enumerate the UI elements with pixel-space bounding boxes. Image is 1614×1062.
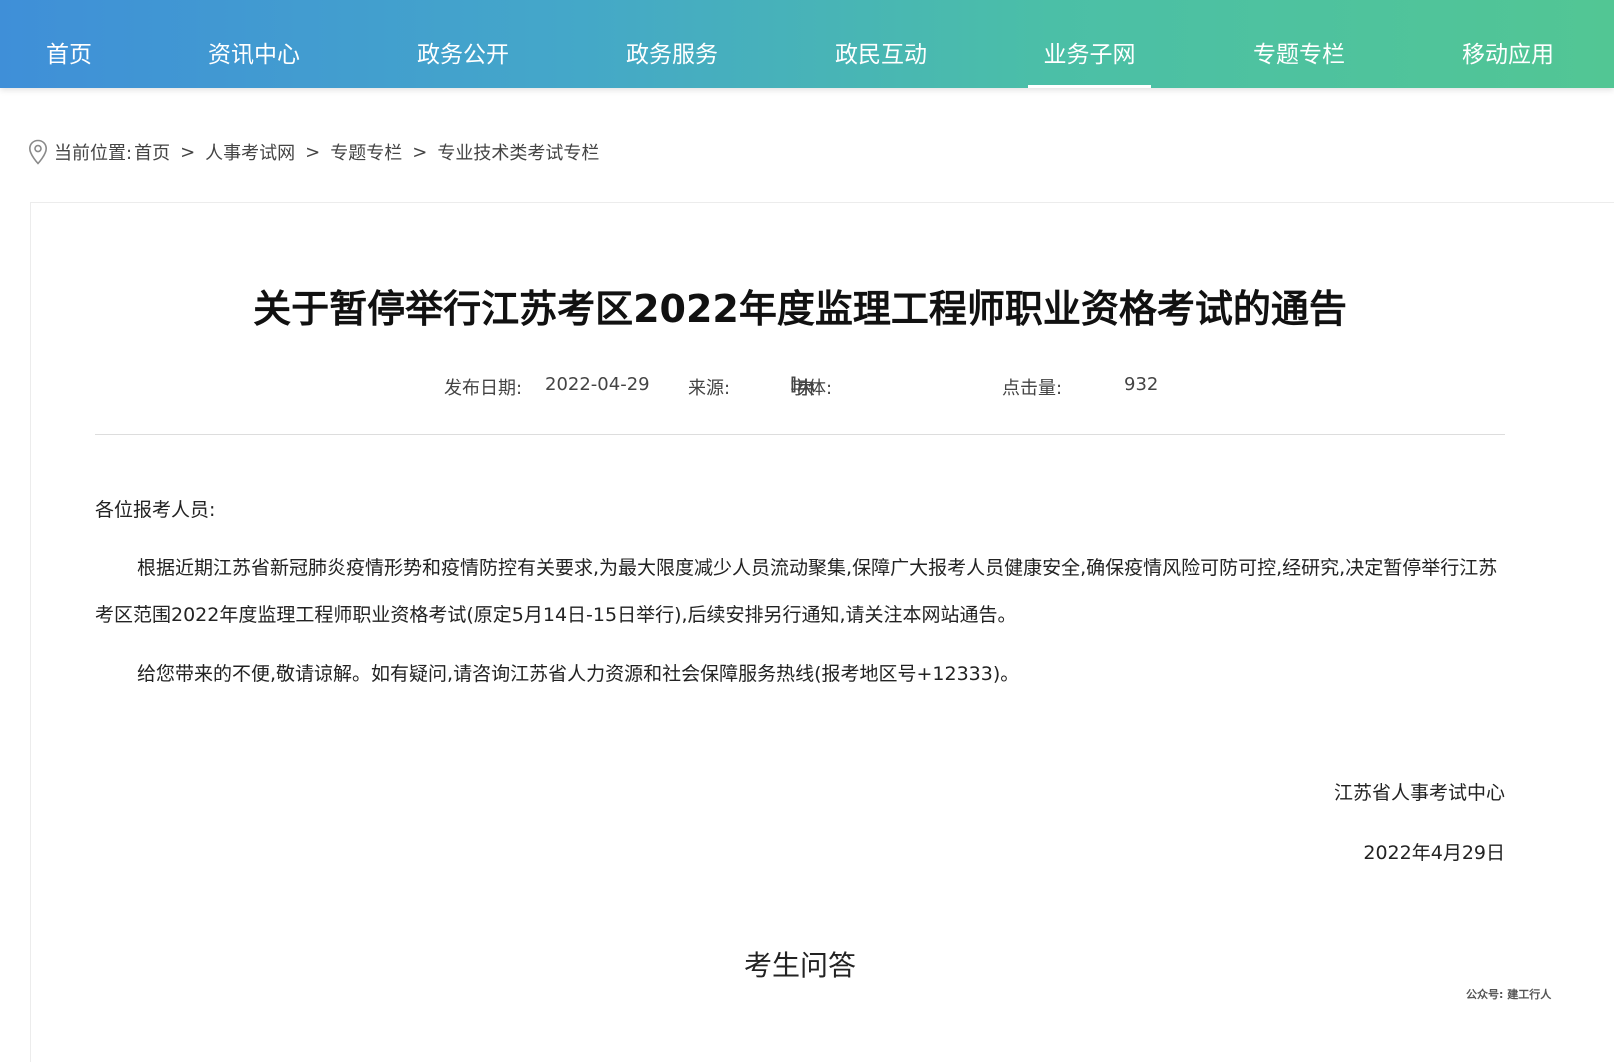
- breadcrumb-separator: >: [412, 141, 428, 163]
- article-meta: 发布日期: 2022-04-29 来源: 字体: [ 小 中 大 ] 点击量: …: [0, 374, 1614, 404]
- watermark-text: 公众号: 建工行人: [1466, 988, 1552, 1001]
- nav-item-home[interactable]: 首页: [44, 0, 94, 88]
- candidate-qa-heading: 考生问答: [743, 949, 856, 982]
- signature-date: 2022年4月29日: [1363, 842, 1505, 864]
- breadcrumb-professional-exam-column[interactable]: 专业技术类考试专栏: [437, 139, 599, 165]
- breadcrumb-separator: >: [180, 141, 196, 163]
- font-size-large-button[interactable]: 大: [797, 374, 815, 400]
- article-greeting: 各位报考人员:: [95, 499, 216, 521]
- view-count-label: 点击量:: [1002, 378, 1063, 399]
- nav-item-mobile-apps[interactable]: 移动应用: [1460, 0, 1556, 88]
- signature-organization: 江苏省人事考试中心: [1333, 782, 1505, 804]
- breadcrumb-separator: >: [305, 141, 321, 163]
- nav-item-special-topics[interactable]: 专题专栏: [1251, 0, 1347, 88]
- view-count-value: 932: [1124, 374, 1159, 395]
- article-paragraph: 给您带来的不便,敬请谅解。如有疑问,请咨询江苏省人力资源和社会保障服务热线(报考…: [137, 663, 1020, 685]
- nav-item-news-center[interactable]: 资讯中心: [206, 0, 302, 88]
- nav-item-public-interaction[interactable]: 政民互动: [833, 0, 929, 88]
- nav-item-government-services[interactable]: 政务服务: [624, 0, 720, 88]
- top-navigation-bar: 首页 资讯中心 政务公开 政务服务 政民互动 业务子网 专题专栏 移动应用: [0, 0, 1614, 88]
- breadcrumb-home[interactable]: 首页: [134, 139, 170, 165]
- breadcrumb-personnel-exam-site[interactable]: 人事考试网: [205, 139, 295, 165]
- nav-item-business-subsites[interactable]: 业务子网: [1028, 0, 1151, 88]
- source-label: 来源:: [688, 378, 731, 399]
- article-title: 关于暂停举行江苏考区2022年度监理工程师职业资格考试的通告: [253, 287, 1347, 331]
- location-pin-icon: [28, 139, 48, 165]
- breadcrumb: 当前位置: 首页 > 人事考试网 > 专题专栏 > 专业技术类考试专栏: [28, 136, 599, 168]
- publish-date-value: 2022-04-29: [545, 374, 650, 395]
- article-paragraph: 根据近期江苏省新冠肺炎疫情形势和疫情防控有关要求,为最大限度减少人员流动聚集,保…: [95, 557, 1498, 626]
- title-divider: [95, 434, 1505, 435]
- breadcrumb-special-topics[interactable]: 专题专栏: [330, 139, 402, 165]
- font-size-bracket-close: ]: [790, 374, 798, 395]
- publish-date-label: 发布日期:: [444, 378, 523, 399]
- breadcrumb-prefix: 当前位置:: [54, 143, 133, 164]
- nav-item-government-affairs[interactable]: 政务公开: [415, 0, 511, 88]
